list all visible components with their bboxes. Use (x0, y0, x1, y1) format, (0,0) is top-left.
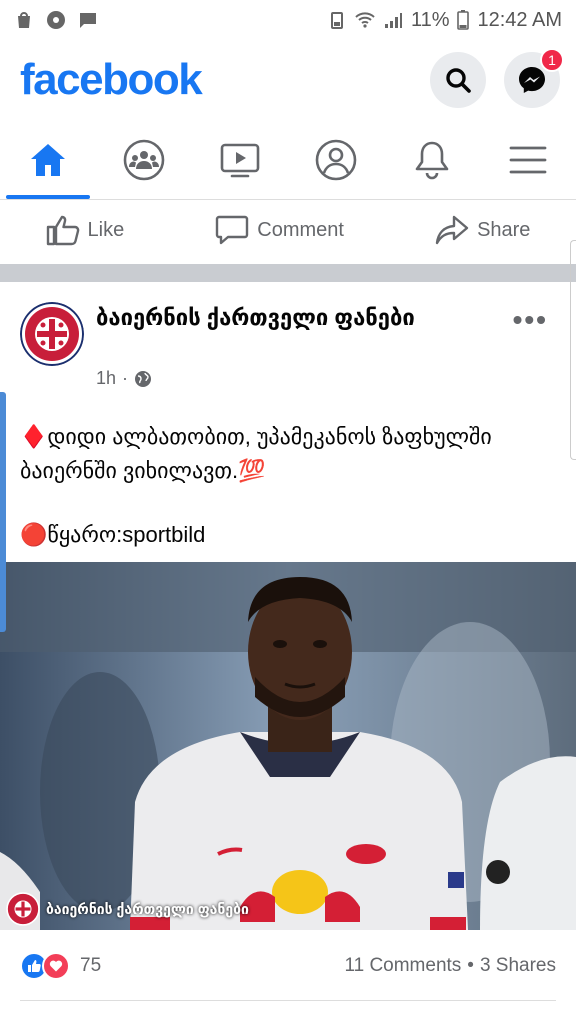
comment-count[interactable]: 11 Comments (344, 955, 461, 977)
tab-groups[interactable] (96, 120, 192, 199)
globe-icon (135, 370, 152, 387)
post-text-main: ♦️დიდი ალბათობით, უპამეკანოს ზაფხულში ბა… (20, 424, 492, 483)
share-icon (435, 215, 469, 245)
post-time[interactable]: 1h (96, 368, 116, 389)
messenger-button[interactable]: 1 (504, 48, 564, 108)
share-button[interactable]: Share (435, 214, 530, 246)
messenger-badge: 1 (540, 48, 564, 72)
post-body: ♦️დიდი ალბათობით, უპამეკანოს ზაფხულში ბა… (20, 420, 560, 552)
share-label: Share (477, 218, 531, 241)
reactions-divider (20, 1000, 556, 1001)
watermark-logo-icon (6, 892, 40, 926)
player-photo-image (0, 562, 576, 930)
love-reaction-icon (42, 952, 70, 980)
reactions-summary: 75 11 Comments • 3 Shares (0, 944, 576, 988)
tab-bar (0, 120, 576, 200)
shopping-bag-icon (18, 12, 30, 28)
photo-watermark: ბაიერნის ქართველი ფანები (6, 892, 249, 926)
reaction-count-button[interactable]: 75 (20, 952, 101, 980)
post-actions-bar: Like Comment Share (0, 200, 576, 260)
reaction-count: 75 (80, 955, 102, 976)
comment-label: Comment (257, 218, 344, 241)
battery-saver-icon (330, 12, 343, 29)
post-author[interactable]: ბაიერნის ქართველი ფანები (96, 302, 476, 334)
search-button[interactable] (430, 52, 486, 108)
status-bar: 11% 12:42 AM (0, 0, 576, 40)
clock: 12:42 AM (477, 8, 562, 31)
count-separator: • (467, 955, 474, 976)
page-avatar[interactable] (20, 302, 84, 366)
post-source: 🔴წყარო:sportbild (20, 522, 206, 547)
share-count[interactable]: 3 Shares (480, 955, 556, 977)
edge-scroll-indicator (0, 392, 6, 632)
home-icon (31, 143, 65, 176)
thumbs-up-icon (46, 215, 79, 246)
watermark-text: ბაიერნის ქართველი ფანები (46, 900, 249, 917)
signal-icon (384, 13, 402, 28)
watch-icon (220, 143, 260, 177)
menu-icon (509, 146, 547, 173)
more-options-icon[interactable]: ••• (513, 304, 548, 336)
comment-button[interactable]: Comment (215, 214, 344, 246)
app-header: facebook 1 (0, 40, 576, 120)
battery-icon (457, 10, 470, 30)
comment-icon (216, 215, 249, 245)
like-label: Like (87, 218, 125, 241)
message-icon (80, 13, 96, 28)
scrollbar[interactable] (570, 240, 576, 460)
post-meta: 1h · (96, 368, 152, 389)
bell-icon (415, 141, 449, 179)
tab-notifications[interactable] (384, 120, 480, 199)
post-header: ბაიერნის ქართველი ფანები 1h · ••• (0, 282, 576, 392)
tab-home[interactable] (0, 120, 96, 199)
wifi-icon (355, 12, 375, 28)
post-photo[interactable]: ბაიერნის ქართველი ფანები (0, 562, 576, 930)
tab-profile[interactable] (288, 120, 384, 199)
groups-icon (123, 139, 165, 180)
battery-percent: 11% (410, 8, 450, 31)
tab-watch[interactable] (192, 120, 288, 199)
tab-menu[interactable] (480, 120, 576, 199)
search-icon (446, 68, 471, 93)
profile-icon (315, 139, 357, 180)
facebook-logo[interactable]: facebook (20, 55, 203, 105)
like-button[interactable]: Like (46, 214, 125, 246)
soccer-ball-icon (47, 11, 65, 29)
feed-divider (0, 264, 576, 282)
